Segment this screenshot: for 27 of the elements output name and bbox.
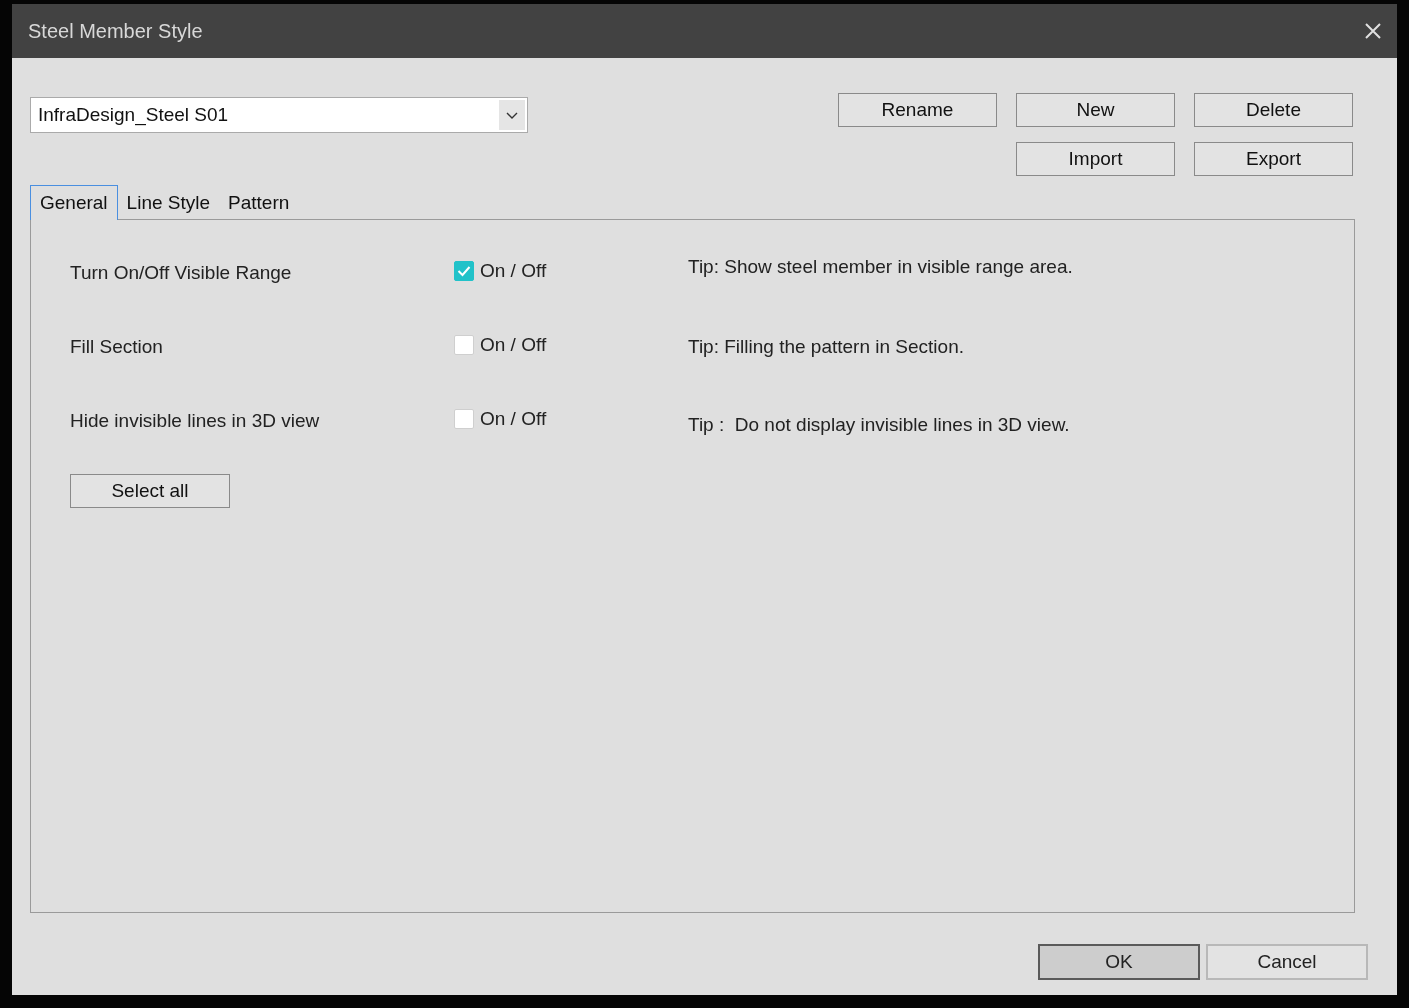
tab[interactable]: General bbox=[30, 185, 118, 220]
action-button[interactable]: Delete bbox=[1194, 93, 1353, 127]
dropdown-value: InfraDesign_Steel S01 bbox=[38, 104, 229, 126]
checkbox[interactable] bbox=[454, 409, 474, 429]
option-label: Fill Section bbox=[70, 336, 164, 358]
dialog-button[interactable]: Cancel bbox=[1206, 944, 1368, 980]
tip-text: Tip: Filling the pattern in Section. bbox=[688, 336, 965, 358]
checkbox-label: On / Off bbox=[480, 260, 547, 282]
close-button[interactable] bbox=[1363, 21, 1383, 41]
option-label: Hide invisible lines in 3D view bbox=[70, 410, 321, 432]
checkbox[interactable] bbox=[454, 261, 474, 281]
action-button[interactable]: Rename bbox=[838, 93, 997, 127]
dialog-button[interactable]: OK bbox=[1038, 944, 1200, 980]
style-dropdown[interactable]: InfraDesign_Steel S01 bbox=[30, 97, 528, 133]
checkbox[interactable] bbox=[454, 335, 474, 355]
checkbox-label: On / Off bbox=[480, 408, 547, 430]
select-all-button[interactable]: Select all bbox=[70, 474, 230, 508]
action-button[interactable]: Export bbox=[1194, 142, 1353, 176]
tip-text: Tip : Do not display invisible lines in 3D view. bbox=[688, 414, 1071, 436]
close-icon bbox=[1363, 21, 1383, 41]
window-title: Steel Member Style bbox=[28, 19, 203, 43]
action-button[interactable]: New bbox=[1016, 93, 1175, 127]
option-label: Turn On/Off Visible Range bbox=[70, 262, 293, 284]
action-button[interactable]: Import bbox=[1016, 142, 1175, 176]
checkbox-label: On / Off bbox=[480, 334, 547, 356]
caret-icon bbox=[499, 100, 525, 130]
tip-text: Tip: Show steel member in visible range area. bbox=[688, 256, 1074, 278]
